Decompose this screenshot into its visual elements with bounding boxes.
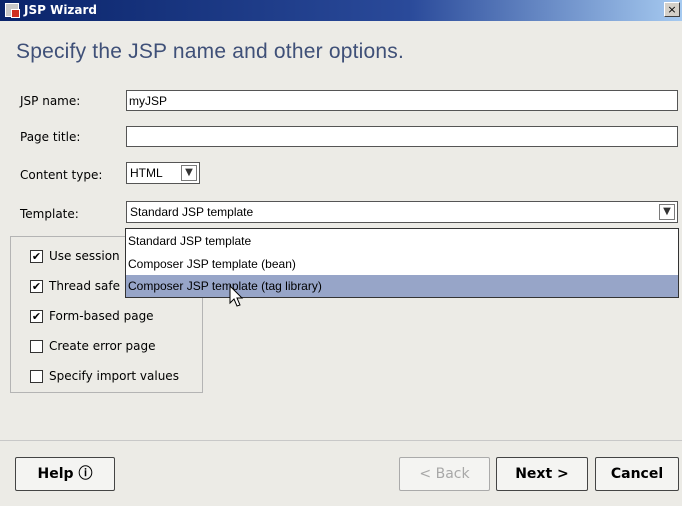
checkbox-label: Thread safe [49, 279, 120, 293]
template-option[interactable]: Standard JSP template [126, 230, 678, 252]
checkbox-label: Specify import values [49, 369, 179, 383]
back-button[interactable]: < Back [399, 457, 490, 491]
page-title-field[interactable] [126, 126, 678, 147]
checkbox-icon[interactable] [30, 340, 43, 353]
cancel-button[interactable]: Cancel [595, 457, 679, 491]
checkbox-icon[interactable]: ✔ [30, 280, 43, 293]
page-title-label: Page title: [20, 130, 81, 144]
window-title: JSP Wizard [24, 3, 98, 17]
chevron-down-icon[interactable]: ▼ [659, 204, 675, 220]
close-icon[interactable]: × [664, 2, 680, 17]
jsp-wizard-app-icon [5, 3, 20, 18]
content-type-label: Content type: [20, 168, 103, 182]
page-heading: Specify the JSP name and other options. [16, 40, 404, 63]
checkbox-label: Create error page [49, 339, 156, 353]
mouse-pointer-icon [229, 285, 244, 307]
template-dropdown-list: Standard JSP template Composer JSP templ… [125, 228, 679, 298]
jsp-name-field[interactable] [126, 90, 678, 111]
footer-separator [0, 440, 682, 441]
template-value: Standard JSP template [130, 205, 254, 219]
title-bar: JSP Wizard × [0, 0, 682, 21]
template-option-selected[interactable]: Composer JSP template (tag library) [126, 275, 678, 297]
checkbox-icon[interactable] [30, 370, 43, 383]
help-button[interactable]: Help ⓘ [15, 457, 115, 491]
checkbox-label: Use session [49, 249, 120, 263]
jsp-name-label: JSP name: [20, 94, 81, 108]
chevron-down-icon[interactable]: ▼ [181, 165, 197, 181]
template-label: Template: [20, 207, 79, 221]
content-type-value: HTML [130, 166, 163, 180]
content-type-select[interactable]: HTML ▼ [126, 162, 200, 184]
next-button[interactable]: Next > [496, 457, 588, 491]
checkbox-label: Form-based page [49, 309, 154, 323]
checkbox-icon[interactable]: ✔ [30, 310, 43, 323]
checkbox-icon[interactable]: ✔ [30, 250, 43, 263]
template-select[interactable]: Standard JSP template ▼ [126, 201, 678, 223]
template-option[interactable]: Composer JSP template (bean) [126, 253, 678, 275]
